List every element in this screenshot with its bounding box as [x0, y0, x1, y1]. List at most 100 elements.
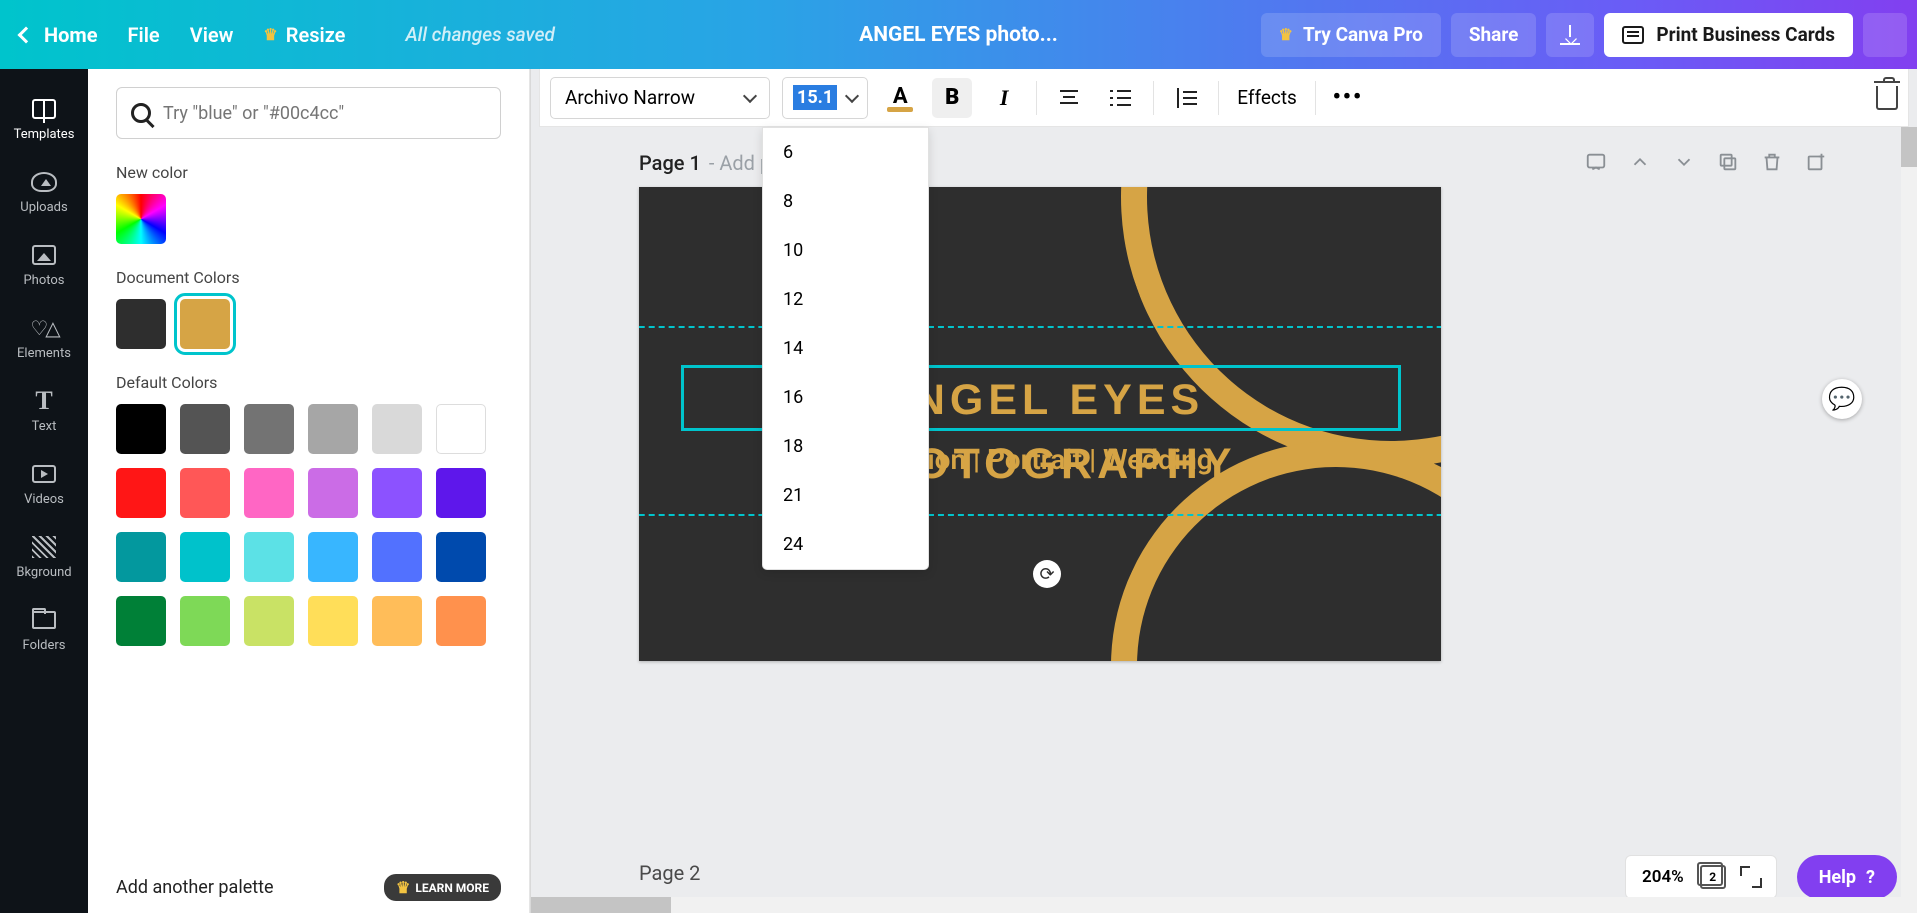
default-color-swatch[interactable]: [372, 532, 422, 582]
font-size-option[interactable]: 10: [763, 226, 928, 275]
color-panel: New color Document Colors Default Colors…: [88, 69, 530, 913]
bold-button[interactable]: B: [932, 78, 972, 118]
help-icon: ?: [1866, 867, 1875, 888]
default-color-swatch[interactable]: [436, 532, 486, 582]
font-size-option[interactable]: 24: [763, 520, 928, 569]
rail-elements[interactable]: ♡△ Elements: [0, 302, 88, 375]
learn-more-button[interactable]: ♛ LEARN MORE: [384, 874, 501, 901]
font-selector[interactable]: Archivo Narrow: [550, 77, 770, 119]
default-color-swatch[interactable]: [180, 532, 230, 582]
more-menu-button[interactable]: [1863, 13, 1907, 57]
default-color-swatch[interactable]: [180, 596, 230, 646]
more-text-button[interactable]: •••: [1328, 78, 1368, 118]
vertical-scrollbar[interactable]: [1901, 127, 1917, 913]
print-button[interactable]: Print Business Cards: [1604, 13, 1853, 57]
font-size-option[interactable]: 16: [763, 373, 928, 422]
font-size-option[interactable]: 8: [763, 177, 928, 226]
fullscreen-icon[interactable]: [1742, 868, 1760, 886]
design-canvas[interactable]: ANGEL EYES PHOTOGRAPHY Fashion | Portrai…: [639, 187, 1441, 661]
rail-text[interactable]: T Text: [0, 375, 88, 448]
add-page-icon[interactable]: [1805, 151, 1827, 173]
pages-icon[interactable]: 2: [1700, 865, 1726, 889]
resize-label: Resize: [286, 23, 346, 47]
default-color-swatch[interactable]: [244, 404, 294, 454]
rail-background[interactable]: Bkground: [0, 521, 88, 594]
duplicate-icon[interactable]: [1717, 151, 1739, 173]
text-icon: T: [35, 386, 52, 416]
notes-icon[interactable]: [1585, 151, 1607, 173]
comment-button[interactable]: 💬: [1822, 379, 1862, 419]
font-size-option[interactable]: 14: [763, 324, 928, 373]
rail-elements-label: Elements: [17, 346, 71, 361]
default-colors-label: Default Colors: [116, 373, 501, 392]
default-color-swatch[interactable]: [308, 468, 358, 518]
doc-color-swatch[interactable]: [116, 299, 166, 349]
default-color-swatch[interactable]: [116, 404, 166, 454]
default-color-swatch[interactable]: [180, 468, 230, 518]
delete-page-icon[interactable]: [1761, 151, 1783, 173]
default-color-swatch[interactable]: [436, 468, 486, 518]
canvas-area: Archivo Narrow 15.1 A B I: [531, 69, 1917, 913]
font-size-option[interactable]: 18: [763, 422, 928, 471]
font-size-option[interactable]: 21: [763, 471, 928, 520]
default-color-swatch[interactable]: [244, 596, 294, 646]
default-color-swatch[interactable]: [372, 596, 422, 646]
move-down-icon[interactable]: [1673, 151, 1695, 173]
effects-button[interactable]: Effects: [1231, 86, 1303, 109]
document-title[interactable]: ANGEL EYES photo...: [859, 23, 1058, 47]
default-color-swatch[interactable]: [116, 532, 166, 582]
help-button[interactable]: Help ?: [1797, 855, 1897, 899]
alignment-button[interactable]: [1049, 78, 1089, 118]
rail-photos[interactable]: Photos: [0, 229, 88, 302]
default-color-swatch[interactable]: [244, 468, 294, 518]
font-size-dropdown[interactable]: 6810121416182124: [762, 127, 929, 570]
rail-uploads[interactable]: Uploads: [0, 156, 88, 229]
new-color-swatch[interactable]: [116, 194, 166, 244]
crown-icon: ♛: [263, 25, 277, 44]
move-up-icon[interactable]: [1629, 151, 1651, 173]
print-label: Print Business Cards: [1656, 23, 1835, 46]
default-color-swatch[interactable]: [372, 404, 422, 454]
list-button[interactable]: [1101, 78, 1141, 118]
try-pro-button[interactable]: ♛ Try Canva Pro: [1261, 13, 1441, 57]
zoom-control[interactable]: 204% 2: [1625, 855, 1777, 899]
default-color-swatch[interactable]: [180, 404, 230, 454]
color-search-input[interactable]: [163, 103, 486, 124]
default-color-swatch[interactable]: [116, 468, 166, 518]
default-color-swatch[interactable]: [372, 468, 422, 518]
share-button[interactable]: Share: [1451, 13, 1537, 57]
resize-menu[interactable]: ♛ Resize: [263, 23, 345, 47]
spacing-button[interactable]: [1166, 78, 1206, 118]
default-color-swatch[interactable]: [436, 596, 486, 646]
rail-videos[interactable]: Videos: [0, 448, 88, 521]
font-size-option[interactable]: 6: [763, 128, 928, 177]
file-menu[interactable]: File: [128, 23, 160, 47]
download-button[interactable]: [1546, 13, 1594, 57]
home-button[interactable]: Home: [20, 23, 98, 47]
default-color-swatch[interactable]: [244, 532, 294, 582]
delete-button[interactable]: [1876, 86, 1898, 110]
card-subtitle-text[interactable]: Fashion | Portrait | Wedding: [639, 443, 1441, 476]
rail-folders[interactable]: Folders: [0, 594, 88, 667]
default-color-swatch[interactable]: [308, 596, 358, 646]
templates-icon: [32, 99, 56, 119]
page2-label: Page 2: [639, 861, 700, 885]
elements-icon: ♡△: [30, 316, 57, 340]
default-color-swatch[interactable]: [308, 404, 358, 454]
font-size-selector[interactable]: 15.1: [782, 77, 868, 119]
font-name: Archivo Narrow: [565, 86, 695, 109]
default-color-swatch[interactable]: [436, 404, 486, 454]
default-color-swatch[interactable]: [116, 596, 166, 646]
add-palette-link[interactable]: Add another palette: [116, 877, 274, 898]
font-size-option[interactable]: 12: [763, 275, 928, 324]
rail-templates[interactable]: Templates: [0, 83, 88, 156]
color-search[interactable]: [116, 87, 501, 139]
rail-text-label: Text: [32, 419, 57, 434]
view-menu[interactable]: View: [190, 23, 234, 47]
text-color-button[interactable]: A: [880, 78, 920, 118]
default-color-swatch[interactable]: [308, 532, 358, 582]
horizontal-scrollbar[interactable]: [531, 897, 1901, 913]
doc-color-swatch[interactable]: [180, 299, 230, 349]
italic-button[interactable]: I: [984, 78, 1024, 118]
page-controls: [1585, 151, 1827, 173]
